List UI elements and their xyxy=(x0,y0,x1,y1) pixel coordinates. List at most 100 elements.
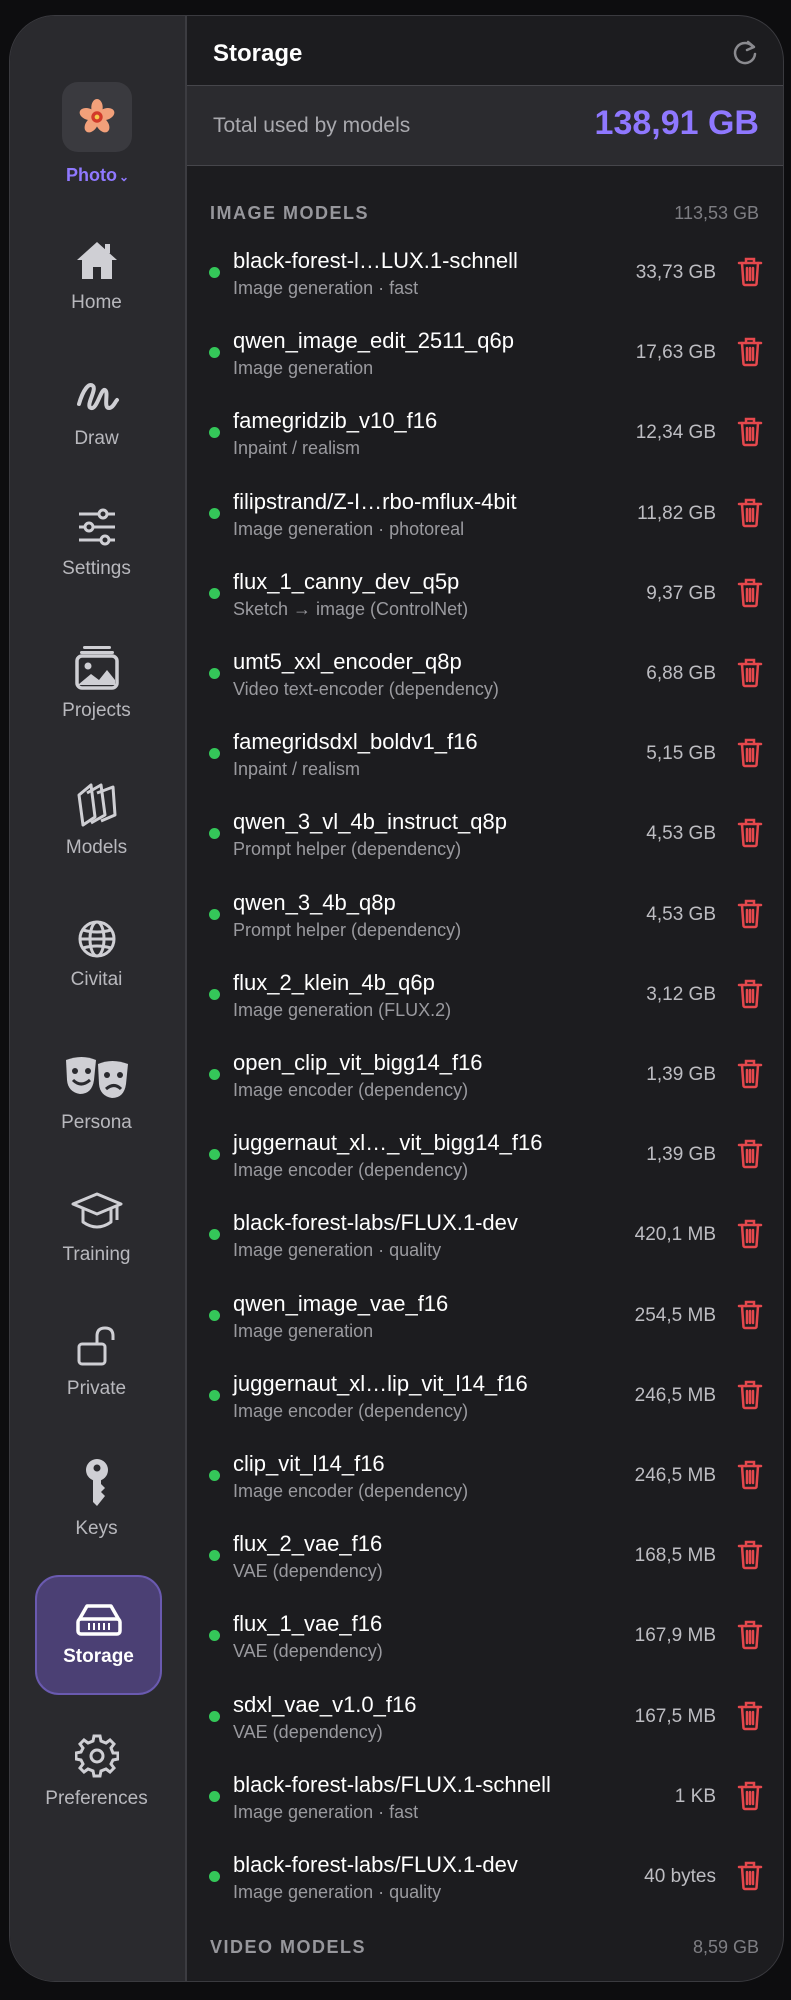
model-row[interactable]: black-forest-labs/FLUX.1-dev Image genera… xyxy=(187,1205,783,1285)
delete-button[interactable] xyxy=(737,417,763,452)
model-row[interactable]: flux_2_klein_4b_q6p Image generation (FLU… xyxy=(187,965,783,1045)
delete-button[interactable] xyxy=(737,1219,763,1254)
stacked-cards-icon xyxy=(77,783,116,827)
model-size: 1,39 GB xyxy=(646,1144,716,1166)
refresh-button[interactable] xyxy=(731,38,759,71)
status-dot xyxy=(209,1149,220,1161)
model-row[interactable]: umt5_xxl_encoder_q8p Video text-encoder (… xyxy=(187,644,783,724)
app-switcher-button[interactable] xyxy=(62,82,132,152)
model-row[interactable]: sdxl_vae_v1.0_f16 VAE (dependency) 167,5 M… xyxy=(187,1687,783,1767)
delete-button[interactable] xyxy=(737,1059,763,1094)
sidebar-item-label: Persona xyxy=(61,1112,132,1133)
status-dot xyxy=(209,1630,220,1642)
model-name: sdxl_vae_v1.0_f16 xyxy=(233,1691,417,1717)
model-row[interactable]: qwen_3_4b_q8p Prompt helper (dependency) 4… xyxy=(187,885,783,965)
model-row[interactable]: flux_1_vae_f16 VAE (dependency) 167,9 MB xyxy=(187,1606,783,1686)
model-name: flux_1_vae_f16 xyxy=(233,1611,383,1637)
storage-panel: Storage Total used by models 138,91 GB I… xyxy=(187,16,783,1981)
delete-button[interactable] xyxy=(737,979,763,1014)
model-row[interactable]: juggernaut_xl…lip_vit_l14_f16 Image encod… xyxy=(187,1366,783,1446)
delete-button[interactable] xyxy=(737,578,763,613)
sidebar-item-home[interactable]: Home xyxy=(35,238,158,314)
status-dot xyxy=(209,1550,220,1562)
theater-masks-icon xyxy=(65,1057,128,1098)
scribble-icon xyxy=(76,383,119,411)
photo-stack-icon xyxy=(74,646,119,690)
model-row[interactable]: clip_vit_l14_f16 Image encoder (dependenc… xyxy=(187,1446,783,1526)
status-dot xyxy=(209,748,220,760)
trash-icon xyxy=(737,1220,763,1249)
graduation-cap-icon xyxy=(71,1192,122,1229)
trash-icon xyxy=(737,418,763,447)
trash-icon xyxy=(737,1701,763,1730)
model-description: Image generation xyxy=(233,1320,374,1341)
model-description: Image encoder (dependency) xyxy=(233,1080,469,1100)
delete-button[interactable] xyxy=(737,899,763,934)
delete-button[interactable] xyxy=(737,1781,763,1816)
delete-button[interactable] xyxy=(737,1300,763,1335)
sidebar-item-settings[interactable]: Settings xyxy=(35,506,158,580)
model-row[interactable]: qwen_3_vl_4b_instruct_q8p Prompt helper (… xyxy=(187,804,783,884)
delete-button[interactable] xyxy=(737,337,763,372)
model-row[interactable]: black-forest-labs/FLUX.1-dev Image genera… xyxy=(187,1847,783,1927)
model-size: 420,1 MB xyxy=(634,1224,716,1246)
house-icon xyxy=(76,242,117,279)
sidebar-item-keys[interactable]: Keys xyxy=(35,1458,158,1540)
model-row[interactable]: famegridsdxl_boldv1_f16 Inpaint / realism… xyxy=(187,724,783,804)
delete-button[interactable] xyxy=(737,1861,763,1896)
sidebar-item-training[interactable]: Training xyxy=(35,1190,158,1266)
delete-button[interactable] xyxy=(737,1620,763,1655)
model-description: Image encoder (dependency) xyxy=(233,1160,469,1181)
sidebar-item-persona[interactable]: Persona xyxy=(35,1054,158,1134)
delete-button[interactable] xyxy=(737,498,763,533)
model-size: 5,15 GB xyxy=(646,743,716,765)
model-name: juggernaut_xl…_vit_bigg14_f16 xyxy=(233,1130,543,1156)
model-row[interactable]: open_clip_vit_bigg14_f16 Image encoder (d… xyxy=(187,1045,783,1125)
model-row[interactable]: filipstrand/Z-I…rbo-mflux-4bit Image gene… xyxy=(187,484,783,564)
model-row[interactable]: wan_v2.2_5b_ti2v_q8p xyxy=(187,1977,783,1981)
model-size: 6,88 GB xyxy=(646,663,716,684)
delete-button[interactable] xyxy=(737,1540,763,1575)
status-dot xyxy=(209,668,220,679)
sidebar-item-preferences[interactable]: Preferences xyxy=(35,1734,158,1810)
sidebar-item-civitai[interactable]: Civitai xyxy=(35,919,158,991)
model-row[interactable]: flux_2_vae_f16 VAE (dependency) 168,5 MB xyxy=(187,1526,783,1606)
model-description: Image generation · quality xyxy=(233,1882,442,1902)
model-row[interactable]: flux_1_canny_dev_q5p Sketch → image (Cont… xyxy=(187,564,783,644)
model-row[interactable]: juggernaut_xl…_vit_bigg14_f16 Image encod… xyxy=(187,1125,783,1205)
sidebar-item-storage[interactable]: Storage xyxy=(35,1575,162,1695)
model-description: VAE (dependency) xyxy=(233,1561,383,1582)
status-dot xyxy=(209,507,220,519)
delete-button[interactable] xyxy=(737,1701,763,1736)
chevron-down-icon: ⌄ xyxy=(118,170,130,184)
model-row[interactable]: qwen_image_vae_f16 Image generation 254,5 … xyxy=(187,1286,783,1366)
app-selector[interactable]: Photo ⌄ xyxy=(10,165,185,186)
delete-button[interactable] xyxy=(737,658,763,693)
trash-icon xyxy=(737,1300,763,1329)
model-row[interactable]: qwen_image_edit_2511_q6p Image generation… xyxy=(187,323,783,403)
delete-button[interactable] xyxy=(737,818,763,853)
trash-icon xyxy=(737,578,763,608)
key-icon xyxy=(85,1459,108,1506)
delete-button[interactable] xyxy=(737,1380,763,1415)
sidebar-item-projects[interactable]: Projects xyxy=(35,644,158,722)
delete-button[interactable] xyxy=(737,1460,763,1495)
section-header: VIDEO MODELS 8,59 GB xyxy=(187,1937,783,1967)
model-description: Inpaint / realism xyxy=(233,438,361,459)
model-row[interactable]: black-forest-l…LUX.1-schnell Image genera… xyxy=(187,243,783,323)
delete-button[interactable] xyxy=(737,738,763,773)
gear-icon xyxy=(74,1734,119,1778)
sidebar-item-private[interactable]: Private xyxy=(35,1326,158,1400)
status-dot xyxy=(209,988,220,1000)
model-size: 168,5 MB xyxy=(634,1545,716,1567)
trash-icon xyxy=(737,337,763,367)
model-row[interactable]: famegridzib_v10_f16 Inpaint / realism 12,3… xyxy=(187,403,783,483)
drive-icon xyxy=(75,1604,122,1636)
delete-button[interactable] xyxy=(737,257,763,292)
delete-button[interactable] xyxy=(737,1139,763,1174)
sidebar-item-draw[interactable]: Draw xyxy=(35,374,158,450)
sidebar-item-label: Home xyxy=(71,292,122,313)
model-row[interactable]: black-forest-labs/FLUX.1-schnell Image ge… xyxy=(187,1767,783,1847)
total-usage-summary: Total used by models 138,91 GB xyxy=(187,86,783,166)
sidebar-item-models[interactable]: Models xyxy=(35,781,158,859)
